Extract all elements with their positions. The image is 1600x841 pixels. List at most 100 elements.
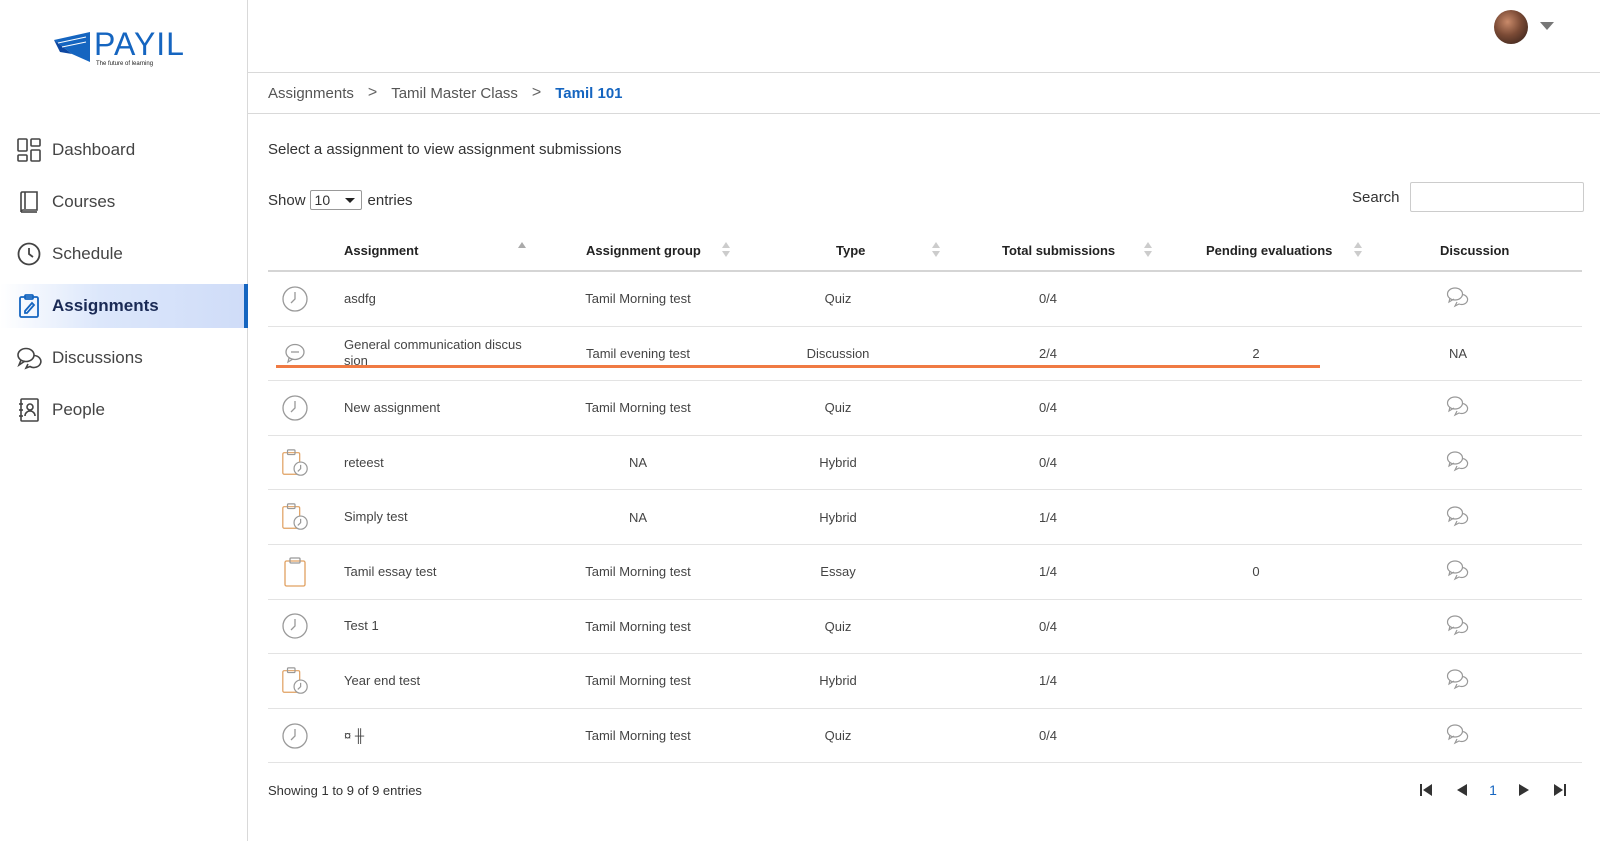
total-submissions: 0/4 [1038, 400, 1058, 416]
col-header-assignment[interactable]: Assignment [344, 230, 418, 270]
breadcrumb-assignments[interactable]: Assignments [268, 85, 354, 102]
assignment-group: Tamil Morning test [585, 291, 691, 307]
table-header: Assignment Assignment group Type Total s… [268, 230, 1582, 272]
discussion-cell [1408, 490, 1508, 544]
col-header-pending[interactable]: Pending evaluations [1206, 230, 1332, 270]
total-submissions: 0/4 [1038, 455, 1058, 471]
pending-evaluations-cell [1206, 436, 1306, 490]
assignment-group: Tamil Morning test [585, 673, 691, 689]
assignment-group: Tamil Morning test [585, 728, 691, 744]
sort-icon[interactable] [932, 242, 940, 258]
assignment-name[interactable]: Test 1 [344, 618, 379, 634]
discussion-icon[interactable] [1446, 668, 1470, 693]
col-header-total[interactable]: Total submissions [1002, 230, 1115, 270]
assignment-name[interactable]: New assignment [344, 400, 440, 416]
assignment-name[interactable]: Tamil essay test [344, 564, 436, 580]
payil-logo[interactable]: PAYIL The future of learning [52, 26, 192, 72]
sidebar-item-courses[interactable]: Courses [0, 180, 248, 224]
book-icon [16, 189, 42, 215]
header-label: Assignment [344, 242, 419, 258]
page-size-control: Show 10 entries [268, 190, 413, 210]
assignment-name[interactable]: asdfg [344, 291, 376, 307]
assignment-name-cell[interactable]: ¤ ╫ [344, 709, 544, 763]
col-header-type[interactable]: Type [836, 230, 865, 270]
sort-icon[interactable] [1144, 242, 1152, 258]
page-size-select[interactable]: 10 [309, 190, 362, 210]
table-row[interactable]: Tamil essay test Tamil Morning test Essay 1… [268, 545, 1582, 600]
table-row[interactable]: ¤ ╫ Tamil Morning test Quiz 0/4 [268, 709, 1582, 764]
logo-tagline: The future of learning [96, 61, 154, 67]
discussion-icon[interactable] [1446, 450, 1470, 475]
assignment-type: Essay [820, 564, 856, 580]
assignment-name-cell[interactable]: asdfg [344, 272, 544, 326]
discussion-icon[interactable] [1446, 559, 1470, 584]
breadcrumb-course[interactable]: Tamil Master Class [391, 85, 518, 102]
discussion-cell [1408, 654, 1508, 708]
sidebar-item-people[interactable]: People [0, 388, 248, 432]
assignment-name-cell[interactable]: Tamil essay test [344, 545, 544, 599]
discussion-icon[interactable] [1446, 505, 1470, 530]
type-cell: Quiz [788, 381, 888, 435]
table-row[interactable]: reteest NA Hybrid 0/4 [268, 436, 1582, 491]
assignment-name-cell[interactable]: reteest [344, 436, 544, 490]
total-submissions-cell: 1/4 [998, 654, 1098, 708]
table-row[interactable]: General communication discus sion Tamil e… [268, 327, 1582, 382]
search-input[interactable] [1409, 182, 1584, 212]
table-row[interactable]: Simply test NA Hybrid 1/4 [268, 490, 1582, 545]
assignment-group-cell: Tamil Morning test [568, 545, 708, 599]
assignment-name-cell[interactable]: General communication discus sion [344, 327, 544, 381]
sidebar-item-schedule[interactable]: Schedule [0, 232, 248, 276]
discussion-icon[interactable] [1446, 395, 1470, 420]
table-row[interactable]: asdfg Tamil Morning test Quiz 0/4 [268, 272, 1582, 327]
assignment-name-cell[interactable]: Year end test [344, 654, 544, 708]
assignment-icon [16, 293, 42, 319]
header-label: Discussion [1440, 242, 1510, 258]
next-page-icon[interactable] [1512, 778, 1536, 802]
assignment-type: Quiz [824, 618, 852, 634]
type-cell: Hybrid [788, 436, 888, 490]
sidebar-item-assignments[interactable]: Assignments [0, 284, 248, 328]
page-number[interactable]: 1 [1486, 782, 1500, 798]
sidebar-item-discussions[interactable]: Discussions [0, 336, 248, 380]
hybrid-clipboard-clock-icon [280, 436, 310, 490]
dashboard-icon [16, 137, 42, 163]
sidebar-item-dashboard[interactable]: Dashboard [0, 128, 248, 172]
table-row[interactable]: New assignment Tamil Morning test Quiz 0/4 [268, 381, 1582, 436]
assignment-name-cell[interactable]: Simply test [344, 490, 544, 544]
assignment-group: Tamil evening test [585, 345, 691, 361]
first-page-icon[interactable] [1414, 778, 1438, 802]
entries-label: entries [367, 191, 413, 209]
logo-wing-icon [54, 32, 90, 62]
assignment-type: Quiz [824, 291, 852, 307]
chevron-down-icon[interactable] [1540, 22, 1554, 30]
chat-icon [16, 345, 42, 371]
sidebar-item-label: Assignments [52, 296, 159, 315]
assignment-name[interactable]: ¤ ╫ [344, 728, 364, 744]
col-header-group[interactable]: Assignment group [586, 230, 701, 270]
discussion-icon[interactable] [1446, 614, 1470, 639]
pending-evaluations-cell [1206, 381, 1306, 435]
total-submissions: 1/4 [1038, 673, 1058, 689]
table-row[interactable]: Test 1 Tamil Morning test Quiz 0/4 [268, 600, 1582, 655]
discussion-icon[interactable] [1446, 723, 1470, 748]
total-submissions: 0/4 [1038, 728, 1058, 744]
discussion-cell [1408, 545, 1508, 599]
sort-icon[interactable] [1354, 242, 1362, 258]
assignment-type: Quiz [824, 400, 852, 416]
clock-icon [16, 241, 42, 267]
assignment-name-cell[interactable]: New assignment [344, 381, 544, 435]
chevron-right-icon: > [367, 84, 378, 101]
assignment-name-cell[interactable]: Test 1 [344, 600, 544, 654]
prev-page-icon[interactable] [1450, 778, 1474, 802]
table-row[interactable]: Year end test Tamil Morning test Hybrid 1/4 [268, 654, 1582, 709]
sort-icon[interactable] [722, 242, 730, 258]
sort-asc-icon[interactable] [518, 242, 526, 258]
assignment-name[interactable]: Simply test [344, 509, 408, 525]
header-label: Type [836, 242, 866, 258]
type-cell: Quiz [788, 709, 888, 763]
assignment-name[interactable]: reteest [344, 455, 384, 471]
user-avatar[interactable] [1494, 10, 1528, 44]
discussion-icon[interactable] [1446, 286, 1470, 311]
assignment-name[interactable]: Year end test [344, 673, 420, 689]
last-page-icon[interactable] [1548, 778, 1572, 802]
